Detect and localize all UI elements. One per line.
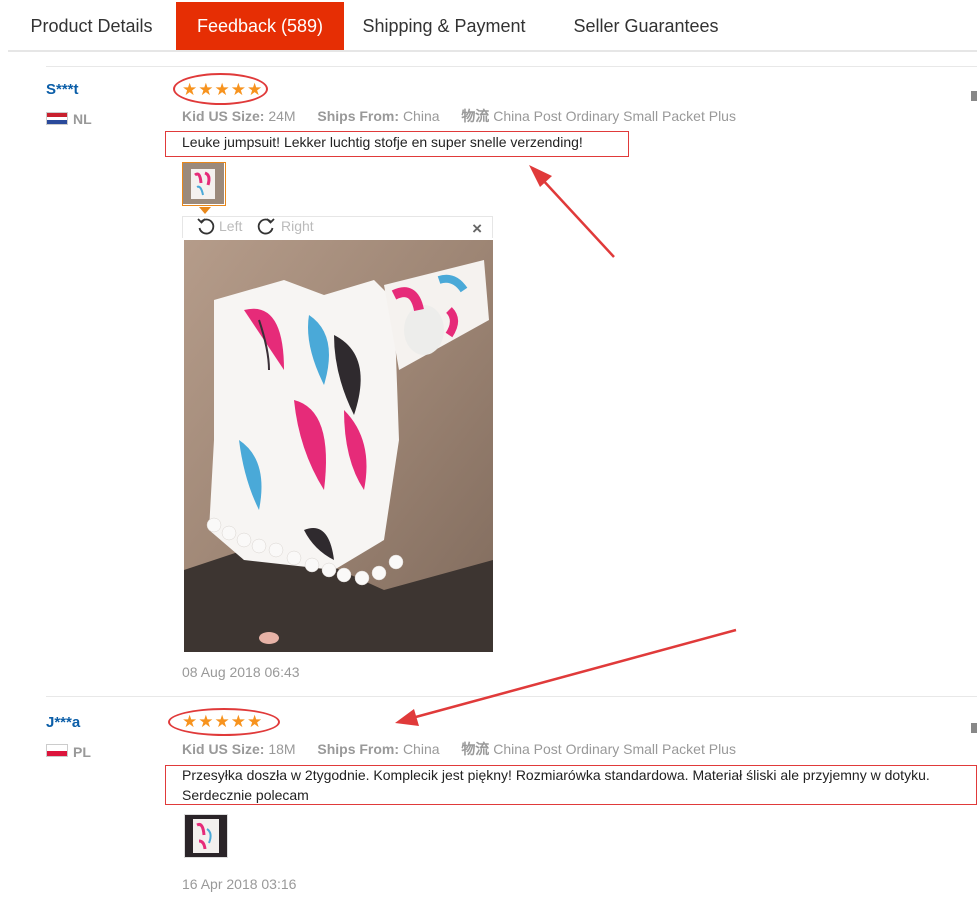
photo-viewer-toolbar: Left Right ×: [182, 216, 493, 238]
review-photo-large: [184, 240, 493, 652]
reviewer-name[interactable]: J***a: [46, 714, 80, 731]
review-meta: Kid US Size: 18M Ships From: China 物流 Ch…: [182, 739, 736, 759]
review-date: 08 Aug 2018 06:43: [182, 664, 300, 680]
size-value: 24M: [268, 108, 296, 124]
logistics-value: China Post Ordinary Small Packet Plus: [493, 108, 736, 124]
rotate-right-label[interactable]: Right: [281, 218, 314, 234]
size-label: Kid US Size:: [182, 741, 265, 757]
review-comment: Przesyłka doszła w 2tygodnie. Komplecik …: [182, 767, 930, 803]
tab-shipping-payment[interactable]: Shipping & Payment: [344, 2, 544, 50]
reviewer-country: NL: [73, 111, 92, 127]
feedback-tab-bar: Product Details Feedback (589) Shipping …: [8, 2, 977, 52]
pl-flag-icon: [46, 744, 68, 757]
size-value: 18M: [268, 741, 296, 757]
size-label: Kid US Size:: [182, 108, 265, 124]
rotate-left-icon[interactable]: [196, 216, 216, 236]
ships-from-label: Ships From:: [317, 741, 400, 757]
scrollbar-marker[interactable]: [971, 91, 977, 101]
rotate-right-icon[interactable]: [256, 216, 276, 236]
close-icon[interactable]: ×: [472, 219, 482, 239]
tab-feedback[interactable]: Feedback (589): [176, 2, 344, 50]
reviewer-name[interactable]: S***t: [46, 81, 79, 98]
reviewer-country: PL: [73, 744, 91, 760]
thumbnail-image: [183, 163, 224, 204]
review-comment: Leuke jumpsuit! Lekker luchtig stofje en…: [182, 134, 583, 150]
annotation-arrow: [529, 165, 615, 258]
logistics-label: 物流: [461, 108, 490, 124]
nl-flag-icon: [46, 112, 68, 125]
review-photo-thumbnail[interactable]: [182, 162, 226, 206]
rotate-left-label[interactable]: Left: [219, 218, 242, 234]
annotation-ellipse: [168, 708, 280, 736]
tab-product-details[interactable]: Product Details: [8, 2, 175, 50]
scrollbar-marker[interactable]: [971, 723, 977, 733]
ships-from-label: Ships From:: [317, 108, 400, 124]
tab-seller-guarantees[interactable]: Seller Guarantees: [556, 2, 736, 50]
logistics-value: China Post Ordinary Small Packet Plus: [493, 741, 736, 757]
review-photo-thumbnail[interactable]: [184, 814, 228, 858]
selected-thumb-pointer: [199, 207, 211, 214]
divider: [46, 66, 977, 67]
ships-from-value: China: [402, 741, 440, 757]
logistics-label: 物流: [461, 741, 490, 757]
divider: [46, 696, 977, 697]
annotation-ellipse: [173, 73, 268, 105]
review-meta: Kid US Size: 24M Ships From: China 物流 Ch…: [182, 106, 736, 126]
ships-from-value: China: [402, 108, 440, 124]
thumbnail-image: [185, 815, 227, 857]
review-date: 16 Apr 2018 03:16: [182, 876, 297, 892]
